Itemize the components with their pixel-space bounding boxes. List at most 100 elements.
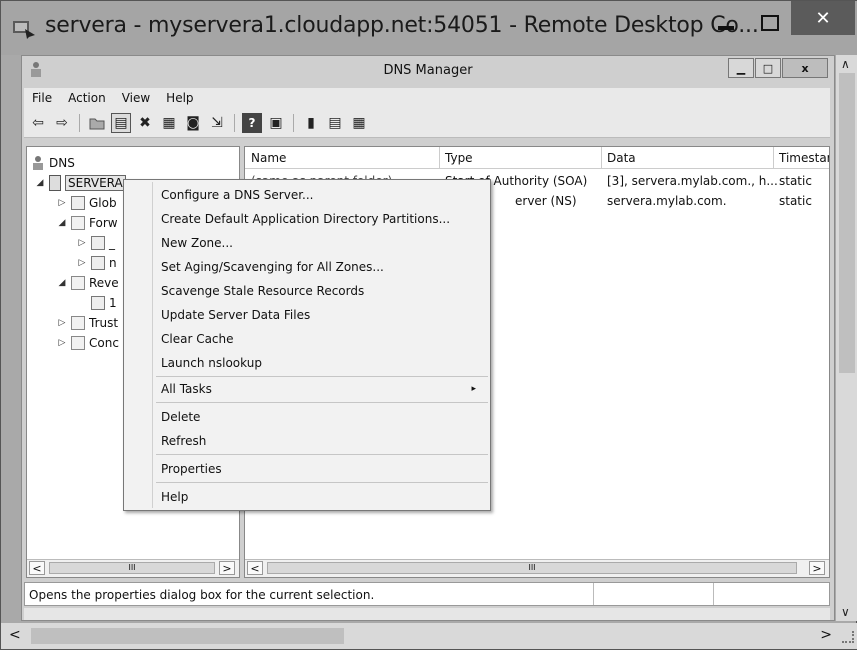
tree-item-trust-points[interactable]: ▷ Trust [57, 313, 118, 333]
scroll-up-icon[interactable]: ∧ [841, 57, 850, 71]
scroll-right-icon[interactable]: > [219, 561, 235, 575]
refresh-icon[interactable]: ◙ [183, 113, 203, 133]
menu-item-launch-nslookup[interactable]: Launch nslookup [154, 352, 488, 374]
menu-separator [156, 402, 488, 403]
scroll-left-icon[interactable]: < [9, 627, 21, 643]
column-divider[interactable] [601, 147, 602, 169]
expand-icon[interactable]: ▷ [77, 258, 87, 268]
zone-icon [91, 236, 105, 250]
tree-horizontal-scrollbar[interactable]: < III > [27, 559, 239, 577]
close-button[interactable]: x [782, 58, 828, 78]
collapse-icon[interactable]: ◢ [35, 178, 45, 188]
column-data[interactable]: Data [607, 151, 636, 165]
scroll-thumb[interactable]: III [49, 562, 215, 574]
scroll-left-icon[interactable]: < [29, 561, 45, 575]
rdp-maximize-button[interactable] [747, 7, 793, 39]
remote-desktop-window: servera - myservera1.cloudapp.net:54051 … [0, 0, 857, 650]
server-icon[interactable]: ▮ [301, 113, 321, 133]
toolbar-separator [234, 113, 235, 132]
delete-icon[interactable]: ✖ [135, 113, 155, 133]
collapse-icon[interactable]: ◢ [57, 218, 67, 228]
menu-item-configure-dns-server[interactable]: Configure a DNS Server... [154, 184, 488, 206]
menu-item-all-tasks[interactable]: All Tasks ▸ [154, 378, 488, 400]
rdp-minimize-button[interactable] [703, 7, 749, 39]
scroll-right-icon[interactable]: > [809, 561, 825, 575]
cell-data: [3], servera.mylab.com., h... [607, 174, 778, 188]
scroll-thumb[interactable] [31, 628, 344, 644]
tree-label-dns: DNS [49, 156, 75, 170]
tree-label: _ [109, 236, 115, 250]
obscured-pane [24, 608, 830, 620]
tree-item-global-logs[interactable]: ▷ Glob [57, 193, 117, 213]
menu-item-properties[interactable]: Properties [154, 458, 488, 480]
maximize-button[interactable]: □ [755, 58, 781, 78]
menu-gutter [152, 182, 153, 508]
rdp-horizontal-scrollbar[interactable]: < > [1, 623, 857, 649]
menu-item-create-partitions[interactable]: Create Default Application Directory Par… [154, 208, 488, 230]
rdp-close-button[interactable]: ✕ [791, 1, 855, 35]
column-divider[interactable] [773, 147, 774, 169]
close-icon: x [801, 61, 809, 75]
up-folder-icon[interactable] [87, 113, 107, 133]
tree-label: 1 [109, 296, 117, 310]
scroll-down-icon[interactable]: ∨ [841, 605, 850, 619]
menu-view[interactable]: View [114, 88, 158, 108]
menu-item-clear-cache[interactable]: Clear Cache [154, 328, 488, 350]
menu-help[interactable]: Help [158, 88, 201, 108]
expand-icon[interactable]: ▷ [77, 238, 87, 248]
collapse-icon[interactable]: ◢ [57, 278, 67, 288]
menu-item-refresh[interactable]: Refresh [154, 430, 488, 452]
forward-icon[interactable]: ⇨ [52, 113, 72, 133]
menu-action[interactable]: Action [60, 88, 114, 108]
menu-item-scavenge[interactable]: Scavenge Stale Resource Records [154, 280, 488, 302]
menu-item-set-aging[interactable]: Set Aging/Scavenging for All Zones... [154, 256, 488, 278]
show-hide-tree-icon[interactable]: ▤ [111, 112, 131, 133]
zone-icon [91, 296, 105, 310]
menu-file[interactable]: File [24, 88, 60, 108]
column-timestamp[interactable]: Timestar [779, 151, 829, 165]
tree-item-forward-lookup[interactable]: ◢ Forw [57, 213, 118, 233]
expand-icon[interactable]: ▷ [57, 318, 67, 328]
tree-item-zone[interactable]: ▷ n [77, 253, 117, 273]
help-icon[interactable]: ? [242, 112, 262, 133]
properties-icon[interactable]: ▦ [159, 113, 179, 133]
menu-bar: File Action View Help [24, 88, 830, 108]
zone-icon [91, 256, 105, 270]
detail-view-icon[interactable]: ▦ [349, 113, 369, 133]
back-icon[interactable]: ⇦ [28, 113, 48, 133]
tree-item-dns[interactable]: DNS [31, 153, 75, 173]
rdp-vertical-scrollbar[interactable]: ∧ ∨ [836, 55, 857, 621]
menu-item-help[interactable]: Help [154, 486, 488, 508]
expand-icon[interactable]: ▷ [57, 198, 67, 208]
tree-label: Reve [89, 276, 119, 290]
scroll-thumb[interactable] [839, 73, 855, 373]
column-divider[interactable] [439, 147, 440, 169]
tree-item-zone[interactable]: ▷ _ [77, 233, 115, 253]
menu-item-delete[interactable]: Delete [154, 406, 488, 428]
console-icon[interactable]: ▣ [266, 113, 286, 133]
tree-label-servera: SERVERA [65, 175, 126, 191]
scroll-left-icon[interactable]: < [247, 561, 263, 575]
status-divider [713, 583, 714, 605]
dns-title-bar: DNS Manager ▁ □ x [22, 56, 834, 84]
minimize-button[interactable]: ▁ [728, 58, 754, 78]
folder-icon [71, 216, 85, 230]
column-name[interactable]: Name [251, 151, 286, 165]
resize-grip-icon[interactable] [842, 631, 854, 643]
list-view-icon[interactable]: ▤ [325, 113, 345, 133]
export-list-icon[interactable]: ⇲ [207, 113, 227, 133]
tree-item-zone[interactable]: 1 [77, 293, 117, 313]
list-horizontal-scrollbar[interactable]: < III > [245, 559, 829, 577]
tree-item-conditional-forwarders[interactable]: ▷ Conc [57, 333, 119, 353]
context-menu: Configure a DNS Server... Create Default… [123, 179, 491, 511]
tree-item-servera[interactable]: ◢ SERVERA [35, 173, 126, 193]
menu-item-new-zone[interactable]: New Zone... [154, 232, 488, 254]
tree-item-reverse-lookup[interactable]: ◢ Reve [57, 273, 119, 293]
toolbar-separator [293, 113, 294, 132]
folder-icon [71, 276, 85, 290]
scroll-thumb[interactable]: III [267, 562, 797, 574]
column-type[interactable]: Type [445, 151, 473, 165]
expand-icon[interactable]: ▷ [57, 338, 67, 348]
menu-item-update-data-files[interactable]: Update Server Data Files [154, 304, 488, 326]
scroll-right-icon[interactable]: > [820, 627, 832, 643]
